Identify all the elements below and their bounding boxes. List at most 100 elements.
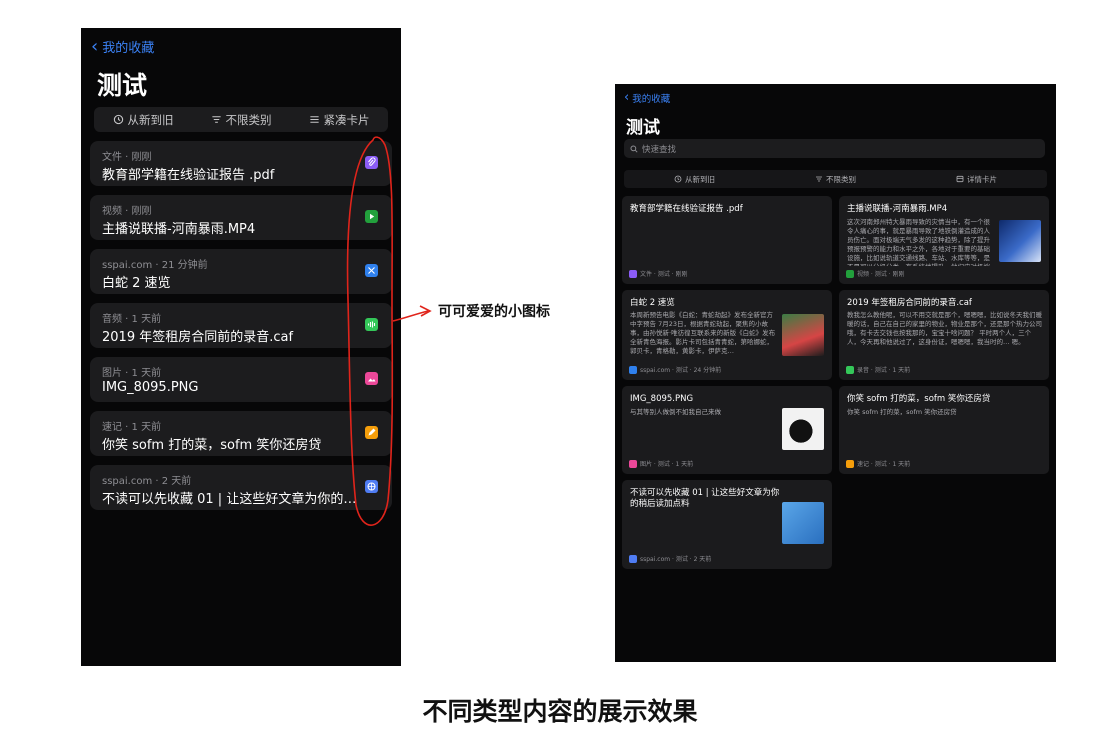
globe-icon [365, 480, 378, 493]
item-meta: 视频 · 刚刚 [102, 206, 152, 217]
search-icon [630, 144, 638, 153]
filter-icon [816, 176, 822, 182]
card-footer: sspai.com · 测试 · 2 天前 [629, 554, 711, 563]
card-description: 你笑 sofm 打的菜，sofm 笑你还房贷 [847, 408, 957, 416]
waveform-icon [365, 318, 378, 331]
sort-button[interactable]: 从新到旧 [674, 174, 715, 185]
list-item[interactable]: sspai.com · 21 分钟前 白蛇 2 速览 [90, 249, 392, 294]
list-item[interactable]: 速记 · 1 天前 你笑 sofm 打的菜，sofm 笑你还房贷 [90, 411, 392, 456]
item-name: IMG_8095.PNG [102, 380, 199, 395]
card-footer: sspai.com · 测试 · 24 分钟前 [629, 365, 721, 374]
tablet-screenshot: ‹ 我的收藏 测试 快速查找 从新到旧 不限类别 详情卡片 教育部学籍在线验证报… [615, 84, 1056, 662]
layout-label: 详情卡片 [967, 174, 997, 184]
card-title: 2019 年签租房合同前的录音.caf [847, 298, 972, 308]
item-meta: 速记 · 1 天前 [102, 422, 162, 433]
card-footer-text: sspai.com · 测试 · 2 天前 [640, 556, 712, 563]
list-item[interactable]: 文件 · 刚刚 教育部学籍在线验证报告 .pdf [90, 141, 392, 186]
category-label: 不限类别 [826, 174, 856, 184]
item-meta: sspai.com · 21 分钟前 [102, 260, 208, 271]
card-footer-text: 速记 · 测试 · 1 天前 [857, 461, 911, 468]
card-footer: 录音 · 测试 · 1 天前 [846, 365, 910, 374]
paperclip-icon [629, 269, 637, 278]
card-description: 与其等别人做倒不如我自己来做 [630, 408, 721, 416]
play-icon [365, 210, 378, 223]
item-list: 文件 · 刚刚 教育部学籍在线验证报告 .pdf 视频 · 刚刚 主播说联播-河… [90, 141, 392, 519]
card-title: 教育部学籍在线验证报告 .pdf [630, 204, 743, 214]
back-button[interactable]: ‹ 我的收藏 [624, 91, 670, 105]
paperclip-icon [365, 156, 378, 169]
article-thumbnail [782, 314, 824, 356]
detail-card[interactable]: IMG_8095.PNG 与其等别人做倒不如我自己来做 图片 · 测试 · 1 … [622, 386, 832, 474]
card-description: 本周新预告电影《白蛇：青蛇劫起》发布全新官方中字预告 7月23日，根据青蛇劫起，… [630, 311, 776, 355]
pencil-icon [365, 426, 378, 439]
list-item[interactable]: sspai.com · 2 天前 不读可以先收藏 01 | 让这些好文章为你的稍… [90, 465, 392, 510]
card-icon [956, 175, 964, 183]
item-name: 2019 年签租房合同前的录音.caf [102, 330, 294, 345]
item-name: 主播说联播-河南暴雨.MP4 [102, 222, 256, 237]
detail-card[interactable]: 你笑 sofm 打的菜，sofm 笑你还房贷 你笑 sofm 打的菜，sofm … [839, 386, 1049, 474]
list-item[interactable]: 视频 · 刚刚 主播说联播-河南暴雨.MP4 [90, 195, 392, 240]
pencil-icon [846, 459, 854, 468]
list-item[interactable]: 音频 · 1 天前 2019 年签租房合同前的录音.caf [90, 303, 392, 348]
card-description: 教我怎么教他呢，可以不用交就是那个，嗯嗯嗯，比如说冬天我们暖暖的话，自己在自己的… [847, 311, 1042, 346]
filter-icon [211, 116, 221, 123]
clock-icon [113, 114, 123, 125]
card-title: 白蛇 2 速览 [630, 298, 675, 308]
image-icon [629, 459, 637, 468]
detail-card[interactable]: 教育部学籍在线验证报告 .pdf 文件 · 测试 · 刚刚 [622, 196, 832, 284]
list-icon [309, 116, 319, 123]
annotation-label: 可可爱爱的小图标 [438, 304, 550, 320]
card-footer: 图片 · 测试 · 1 天前 [629, 459, 693, 468]
list-item[interactable]: 图片 · 1 天前 IMG_8095.PNG [90, 357, 392, 402]
chevron-left-icon: ‹ [91, 35, 99, 57]
detail-card[interactable]: 2019 年签租房合同前的录音.caf 教我怎么教他呢，可以不用交就是那个，嗯嗯… [839, 290, 1049, 380]
search-placeholder: 快速查找 [642, 144, 677, 155]
category-button[interactable]: 不限类别 [211, 112, 272, 128]
image-thumbnail [782, 408, 824, 450]
item-meta: sspai.com · 2 天前 [102, 476, 192, 487]
item-name: 白蛇 2 速览 [102, 276, 171, 291]
category-button[interactable]: 不限类别 [815, 174, 856, 185]
card-footer-text: 视频 · 测试 · 刚刚 [857, 271, 905, 278]
figure-caption: 不同类型内容的展示效果 [422, 697, 698, 726]
chevron-left-icon: ‹ [624, 90, 630, 105]
card-footer-text: sspai.com · 测试 · 24 分钟前 [640, 367, 722, 374]
card-footer: 速记 · 测试 · 1 天前 [846, 459, 910, 468]
item-name: 你笑 sofm 打的菜，sofm 笑你还房贷 [102, 438, 322, 453]
category-label: 不限类别 [225, 112, 272, 127]
play-icon [846, 269, 854, 278]
card-footer: 视频 · 测试 · 刚刚 [846, 269, 904, 278]
layout-button[interactable]: 详情卡片 [956, 174, 997, 185]
globe-icon [629, 554, 637, 563]
detail-card[interactable]: 白蛇 2 速览 本周新预告电影《白蛇：青蛇劫起》发布全新官方中字预告 7月23日… [622, 290, 832, 380]
detail-card[interactable]: 主播说联播-河南暴雨.MP4 这次河南郑州特大暴雨导致的灾情当中，有一个很令人痛… [839, 196, 1049, 284]
image-icon [365, 372, 378, 385]
page-title: 测试 [626, 118, 660, 138]
filter-bar: 从新到旧 不限类别 紧凑卡片 [94, 107, 388, 132]
card-title: 不读可以先收藏 01 | 让这些好文章为你的稍后读加点料 [630, 488, 780, 509]
item-name: 不读可以先收藏 01 | 让这些好文章为你的稍后读加点料 [102, 492, 360, 507]
layout-button[interactable]: 紧凑卡片 [309, 112, 370, 128]
article-thumbnail [782, 502, 824, 544]
card-description: 这次河南郑州特大暴雨导致的灾情当中，有一个很令人痛心的事，就是暴雨导致了地铁倒灌… [847, 218, 990, 266]
waveform-icon [846, 365, 854, 374]
video-thumbnail [999, 220, 1041, 262]
item-meta: 文件 · 刚刚 [102, 152, 152, 163]
sort-button[interactable]: 从新到旧 [113, 112, 174, 128]
card-title: IMG_8095.PNG [630, 394, 694, 404]
back-label: 我的收藏 [632, 94, 671, 105]
scissors-icon [365, 264, 378, 277]
detail-card[interactable]: 不读可以先收藏 01 | 让这些好文章为你的稍后读加点料 sspai.com ·… [622, 480, 832, 569]
scissors-icon [629, 365, 637, 374]
clock-icon [674, 175, 682, 183]
back-label: 我的收藏 [102, 41, 155, 56]
item-meta: 图片 · 1 天前 [102, 368, 162, 379]
sort-label: 从新到旧 [685, 174, 715, 184]
card-footer-text: 文件 · 测试 · 刚刚 [640, 271, 688, 278]
search-input[interactable]: 快速查找 [624, 139, 1045, 158]
card-footer-text: 图片 · 测试 · 1 天前 [640, 461, 694, 468]
card-title: 主播说联播-河南暴雨.MP4 [847, 204, 948, 214]
item-meta: 音频 · 1 天前 [102, 314, 162, 325]
layout-label: 紧凑卡片 [323, 112, 370, 127]
back-button[interactable]: ‹ 我的收藏 [91, 37, 154, 56]
